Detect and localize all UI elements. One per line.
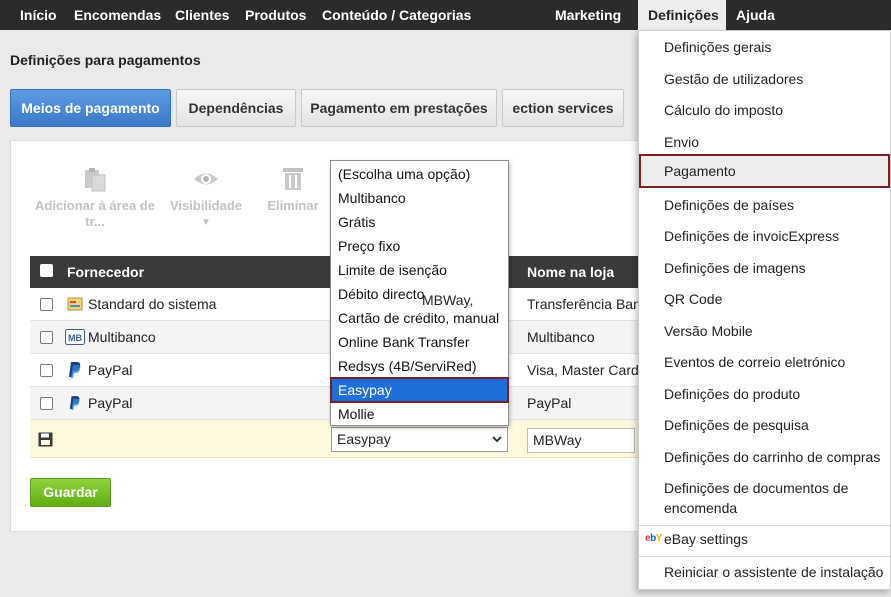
store-name: Visa, Master Carda bbox=[527, 362, 647, 378]
nav-clientes[interactable]: Clientes bbox=[165, 0, 239, 30]
option-mollie[interactable]: Mollie bbox=[331, 402, 508, 426]
menu-definicoes-paises[interactable]: Definições de países bbox=[639, 195, 890, 215]
column-provider: Fornecedor bbox=[67, 264, 145, 280]
menu-definicoes-imagens[interactable]: Definições de imagens bbox=[639, 258, 890, 278]
menu-gestao-utilizadores[interactable]: Gestão de utilizadores bbox=[639, 69, 890, 89]
option-debito-directo[interactable]: Débito directo bbox=[331, 282, 508, 306]
nav-ajuda[interactable]: Ajuda bbox=[726, 0, 785, 30]
provider-dropdown-list: (Escolha uma opção) Multibanco Grátis Pr… bbox=[330, 160, 509, 426]
provider-name: PayPal bbox=[88, 395, 133, 411]
nav-marketing[interactable]: Marketing bbox=[545, 0, 631, 30]
menu-divider bbox=[639, 525, 890, 526]
top-navigation: Início Encomendas Clientes Produtos Cont… bbox=[0, 0, 891, 30]
column-store-name: Nome na loja bbox=[527, 264, 615, 280]
provider-name: PayPal bbox=[88, 362, 133, 378]
add-to-clipboard-label: Adicionar à área de tr... bbox=[35, 198, 155, 229]
store-name-input[interactable]: MBWay bbox=[527, 428, 635, 453]
tab-pagamento-em-prestacoes[interactable]: Pagamento em prestações bbox=[301, 89, 497, 127]
eye-icon bbox=[194, 173, 218, 185]
clipboard-icon bbox=[85, 168, 106, 192]
chevron-down-icon: ▼ bbox=[201, 217, 211, 228]
svg-text:MB: MB bbox=[68, 333, 82, 343]
row-checkbox[interactable] bbox=[40, 298, 53, 311]
menu-definicoes-gerais[interactable]: Definições gerais bbox=[639, 37, 890, 57]
menu-reiniciar-assistente[interactable]: Reiniciar o assistente de instalação bbox=[639, 562, 890, 582]
menu-calculo-imposto[interactable]: Cálculo do imposto bbox=[639, 100, 890, 120]
option-redsys[interactable]: Redsys (4B/ServiRed) bbox=[331, 354, 508, 378]
provider-select[interactable]: Easypay bbox=[331, 427, 508, 452]
overflow-text: MBWay, bbox=[422, 292, 474, 308]
provider-select-value: Easypay bbox=[337, 431, 391, 447]
page-title: Definições para pagamentos bbox=[10, 52, 201, 68]
nav-conteudo-categorias[interactable]: Conteúdo / Categorias bbox=[312, 0, 481, 30]
settings-menu: Definições gerais Gestão de utilizadores… bbox=[638, 30, 891, 590]
select-all-checkbox[interactable] bbox=[40, 264, 53, 277]
delete-button[interactable]: Eliminar bbox=[262, 166, 324, 214]
option-online-bank-transfer[interactable]: Online Bank Transfer bbox=[331, 330, 508, 354]
option-cartao-credito[interactable]: Cartão de crédito, manual bbox=[331, 306, 508, 330]
option-gratis[interactable]: Grátis bbox=[331, 210, 508, 234]
system-standard-icon bbox=[67, 297, 83, 311]
store-name: PayPal bbox=[527, 395, 572, 411]
save-button[interactable]: Guardar bbox=[30, 478, 111, 507]
nav-encomendas[interactable]: Encomendas bbox=[64, 0, 171, 30]
delete-label: Eliminar bbox=[267, 198, 319, 213]
menu-documentos-encomenda[interactable]: Definições de documentos de encomenda bbox=[639, 478, 890, 518]
paypal-icon bbox=[69, 362, 81, 378]
menu-carrinho-compras[interactable]: Definições do carrinho de compras bbox=[639, 447, 890, 467]
save-icon[interactable] bbox=[38, 432, 53, 447]
provider-name: Multibanco bbox=[88, 329, 156, 345]
visibility-button[interactable]: Visibilidade ▼ bbox=[168, 166, 244, 231]
tab-dependencias[interactable]: Dependências bbox=[176, 89, 296, 127]
visibility-label: Visibilidade bbox=[169, 198, 242, 213]
store-name: Multibanco bbox=[527, 329, 595, 345]
tab-meios-de-pagamento[interactable]: Meios de pagamento bbox=[10, 89, 171, 127]
nav-definicoes[interactable]: Definições bbox=[638, 0, 726, 30]
option-limite-isencao[interactable]: Limite de isenção bbox=[331, 258, 508, 282]
menu-invoicexpress[interactable]: Definições de invoicExpress bbox=[639, 226, 890, 246]
option-easypay[interactable]: Easypay bbox=[330, 377, 509, 403]
menu-definicoes-pesquisa[interactable]: Definições de pesquisa bbox=[639, 415, 890, 435]
nav-inicio[interactable]: Início bbox=[10, 0, 67, 30]
multibanco-icon: MB bbox=[65, 329, 85, 345]
row-checkbox[interactable] bbox=[40, 397, 53, 410]
option-multibanco[interactable]: Multibanco bbox=[331, 186, 508, 210]
menu-pagamento[interactable]: Pagamento bbox=[639, 154, 890, 188]
provider-name: Standard do sistema bbox=[88, 296, 217, 312]
row-checkbox[interactable] bbox=[40, 331, 53, 344]
menu-eventos-correio[interactable]: Eventos de correio eletrónico bbox=[639, 352, 890, 372]
menu-divider bbox=[639, 556, 890, 557]
menu-envio[interactable]: Envio bbox=[639, 132, 890, 152]
store-name: Transferência Ban bbox=[527, 296, 641, 312]
tab-collection-services[interactable]: ection services bbox=[502, 89, 624, 127]
option-escolha[interactable]: (Escolha uma opção) bbox=[331, 162, 508, 186]
row-checkbox[interactable] bbox=[40, 364, 53, 377]
chevron-down-icon bbox=[492, 436, 502, 443]
menu-definicoes-produto[interactable]: Definições do produto bbox=[639, 384, 890, 404]
add-to-clipboard-button[interactable]: Adicionar à área de tr... bbox=[34, 166, 156, 230]
nav-produtos[interactable]: Produtos bbox=[235, 0, 316, 30]
menu-qr-code[interactable]: QR Code bbox=[639, 289, 890, 309]
paypal-icon bbox=[69, 396, 80, 410]
trash-icon bbox=[283, 168, 303, 190]
option-preco-fixo[interactable]: Preço fixo bbox=[331, 234, 508, 258]
menu-ebay-settings[interactable]: eBay settings bbox=[639, 529, 890, 549]
menu-versao-mobile[interactable]: Versão Mobile bbox=[639, 321, 890, 341]
